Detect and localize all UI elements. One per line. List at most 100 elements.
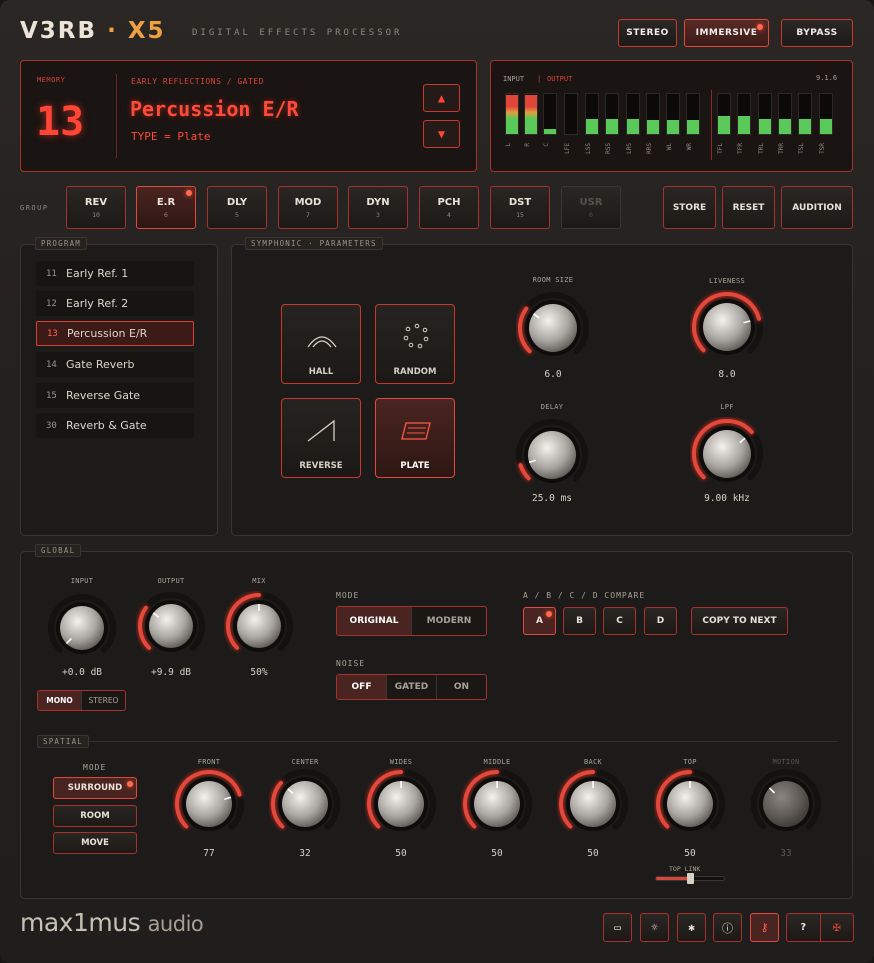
noise-gated-button[interactable]: GATED [387,675,437,699]
help-button[interactable]: ? [787,914,821,941]
global-output-value: +9.9 dB [150,667,192,678]
spatial-center-knob[interactable] [269,768,341,840]
program-list-item[interactable]: 12 Early Ref. 2 [36,291,194,316]
global-mix-knob[interactable] [224,591,294,661]
meter-divider [711,90,712,160]
spatial-back-knob[interactable] [557,768,629,840]
type-reverse-button[interactable]: REVERSE [281,398,361,478]
meter-separator: | [537,75,542,83]
compare-d-button[interactable]: D [644,607,677,635]
program-section-label: PROGRAM [35,237,88,250]
meter-label: RRS [646,143,653,154]
mono-stereo-switch: MONO STEREO [37,690,126,711]
global-mix-value: 50% [250,667,268,678]
bug-button[interactable]: ✱ [677,913,706,942]
group-dly-button[interactable]: DLY 5 [207,186,267,229]
key-button[interactable]: ⚷ [750,913,779,942]
global-input-value: +0.0 dB [61,667,103,678]
mode-modern-button[interactable]: MODERN [412,607,486,635]
memory-number: 13 [36,99,85,145]
spatial-motion-label: MOTION [772,758,800,766]
immersive-button[interactable]: IMMERSIVE [684,19,769,47]
compare-a-button[interactable]: A [523,607,556,635]
type-plate-button[interactable]: PLATE [375,398,455,478]
compare-a-led-icon [546,611,552,617]
lightbulb-button[interactable]: ☼ [640,913,669,942]
noise-off-button[interactable]: OFF [337,675,387,699]
spatial-motion-knob[interactable] [750,768,822,840]
lpf-knob[interactable] [690,417,764,491]
program-list-item[interactable]: 15 Reverse Gate [36,383,194,408]
audition-button[interactable]: AUDITION [781,186,853,229]
group-dyn-button[interactable]: DYN 3 [348,186,408,229]
meter-fill [606,118,618,134]
spatial-wides-value: 50 [395,848,407,859]
meter-lss [585,93,599,135]
spatial-mode-label: MODE [83,763,107,772]
language-button[interactable]: ✠ [821,914,854,941]
uk-flag-icon: ✠ [832,920,841,935]
meter-wr [686,93,700,135]
surround-button[interactable]: SURROUND [53,777,137,799]
compare-b-button[interactable]: B [563,607,596,635]
info-button[interactable]: ⓘ [713,913,742,942]
delay-knob[interactable] [515,418,589,492]
group-rev-button[interactable]: REV 10 [66,186,126,229]
spatial-center-value: 32 [299,848,311,859]
preset-up-button[interactable]: ▲ [423,84,460,112]
move-button[interactable]: MOVE [53,832,137,854]
mono-button[interactable]: MONO [38,691,82,710]
reset-button[interactable]: RESET [722,186,775,229]
copy-to-next-button[interactable]: COPY TO NEXT [691,607,788,635]
mode-original-button[interactable]: ORIGINAL [337,607,412,635]
group-mod-button[interactable]: MOD 7 [278,186,338,229]
spatial-top-value: 50 [684,848,696,859]
spatial-top-knob[interactable] [654,768,726,840]
stereo-button[interactable]: STEREO [618,19,677,47]
noise-on-button[interactable]: ON [437,675,486,699]
top-link-slider[interactable] [655,873,725,884]
meter-fill [525,94,537,134]
liveness-knob[interactable] [690,290,764,364]
meter-l [505,93,519,135]
book-button[interactable]: ▭ [603,913,632,942]
meter-tfl [717,93,731,135]
meter-fill [718,116,730,134]
program-list-item[interactable]: 11 Early Ref. 1 [36,261,194,286]
meter-fill [738,116,750,134]
spatial-front-label: FRONT [197,758,221,766]
stereo-mode-button[interactable]: STEREO [82,691,125,710]
store-button[interactable]: STORE [663,186,716,229]
room-size-value: 6.0 [544,369,562,380]
program-list-item[interactable]: 30 Reverb & Gate [36,413,194,438]
meter-fill [647,119,659,134]
spatial-middle-knob[interactable] [461,768,533,840]
program-list-item[interactable]: 14 Gate Reverb [36,352,194,377]
top-link-handle[interactable] [687,873,694,884]
group-usr-button[interactable]: USR 0 [561,186,621,229]
spatial-middle-value: 50 [491,848,503,859]
meter-rrs [646,93,660,135]
meter-tsl [798,93,812,135]
lpf-value: 9.00 kHz [704,493,750,504]
type-random-button[interactable]: RANDOM [375,304,455,384]
group-pch-button[interactable]: PCH 4 [419,186,479,229]
group-dst-button[interactable]: DST 15 [490,186,550,229]
bypass-button[interactable]: BYPASS [781,19,853,47]
program-list-item[interactable]: 13 Percussion E/R [36,321,194,346]
type-hall-button[interactable]: HALL [281,304,361,384]
meter-fill [759,118,771,134]
room-button[interactable]: ROOM [53,805,137,827]
spatial-motion-value: 33 [780,848,792,859]
meter-r [524,93,538,135]
global-output-knob[interactable] [136,591,206,661]
global-input-knob[interactable] [47,593,117,663]
spatial-front-knob[interactable] [173,768,245,840]
spatial-wides-knob[interactable] [365,768,437,840]
group-er-button[interactable]: E.R 6 [136,186,196,229]
preset-down-button[interactable]: ▼ [423,120,460,148]
room-size-knob[interactable] [516,291,590,365]
mode-label: MODE [336,591,360,600]
meter-fill [544,129,556,134]
compare-c-button[interactable]: C [603,607,636,635]
